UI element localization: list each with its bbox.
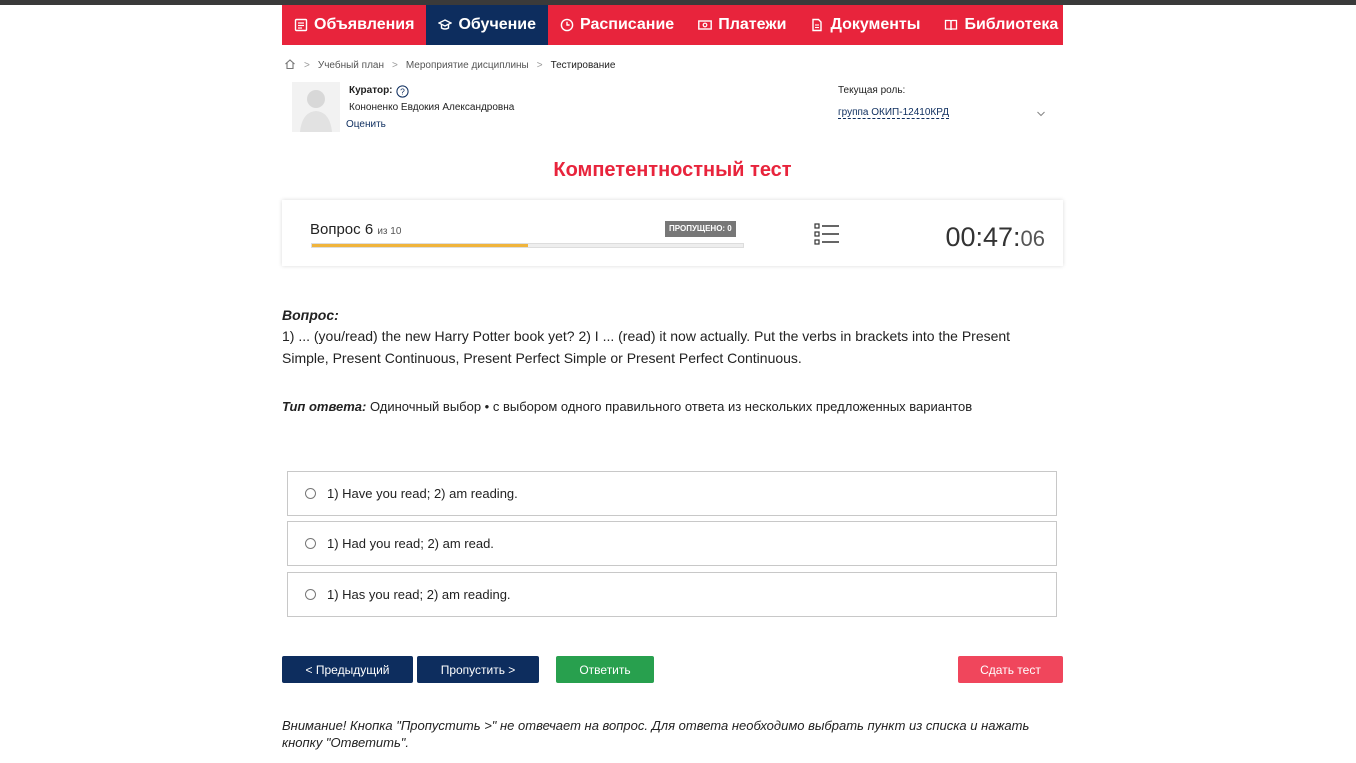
nav-item-schedule[interactable]: Расписание (548, 5, 686, 45)
question-text: 1) ... (you/read) the new Harry Potter b… (282, 328, 1011, 366)
breadcrumb: > Учебный план > Мероприятие дисциплины … (284, 58, 615, 72)
clock-icon (560, 18, 574, 32)
nav-label: Расписание (580, 16, 675, 33)
money-icon (698, 18, 713, 32)
breadcrumb-separator: > (392, 59, 398, 71)
answer-button[interactable]: Ответить (556, 656, 654, 683)
timer: 00:47:06 (945, 222, 1045, 253)
question-list-icon[interactable] (814, 222, 840, 248)
rate-curator-link[interactable]: Оценить (346, 119, 386, 130)
help-icon[interactable]: ? (396, 85, 409, 98)
question-total: из 10 (377, 226, 402, 237)
curator-label: Куратор: (349, 85, 393, 96)
breadcrumb-item[interactable]: Учебный план (318, 60, 384, 71)
nav-item-payments[interactable]: Платежи (686, 5, 798, 45)
nav-item-education[interactable]: Обучение (426, 5, 549, 45)
breadcrumb-separator: > (304, 59, 310, 71)
submit-test-button[interactable]: Сдать тест (958, 656, 1063, 683)
nav-label: Объявления (314, 16, 415, 33)
role-select[interactable]: группа ОКИП-12410КРД (838, 104, 1050, 122)
answer-type-label: Тип ответа: (282, 399, 367, 414)
timer-seconds: 06 (1020, 226, 1045, 251)
news-icon (294, 18, 308, 32)
chevron-down-icon (1036, 106, 1046, 117)
answer-option[interactable]: 1) Had you read; 2) am read. (287, 521, 1057, 566)
chevron-down-icon (1066, 20, 1076, 30)
answer-type: Тип ответа: Одиночный выбор • с выбором … (282, 399, 972, 414)
avatar (292, 82, 340, 132)
svg-text:?: ? (400, 87, 405, 97)
radio-button[interactable] (305, 538, 316, 549)
answer-type-value: Одиночный выбор • с выбором одного прави… (369, 399, 973, 414)
breadcrumb-current: Тестирование (550, 59, 616, 71)
progress-bar-fill (312, 244, 528, 247)
graduation-cap-icon (438, 18, 453, 32)
nav-item-documents[interactable]: Документы (798, 5, 932, 45)
main-nav: Объявления Обучение Расписание Платежи Д… (282, 5, 1075, 45)
document-icon (810, 18, 824, 32)
question-number: Вопрос 6 (310, 221, 374, 238)
radio-button[interactable] (305, 589, 316, 600)
nav-label: Документы (830, 16, 921, 33)
question-counter: Вопрос 6 из 10 (310, 221, 401, 238)
skipped-badge: ПРОПУЩЕНО: 0 (665, 221, 736, 237)
book-icon (944, 18, 958, 32)
page-title: Компетентностный тест (553, 159, 792, 181)
previous-button[interactable]: < Предыдущий (282, 656, 413, 683)
radio-button[interactable] (305, 488, 316, 499)
role-value: группа ОКИП-12410КРД (838, 107, 949, 119)
role-label: Текущая роль: (838, 85, 906, 96)
answer-option[interactable]: 1) Have you read; 2) am reading. (287, 471, 1057, 516)
answer-option-text: 1) Have you read; 2) am reading. (327, 486, 518, 501)
progress-panel: Вопрос 6 из 10 ПРОПУЩЕНО: 0 00:47:06 (282, 200, 1063, 266)
nav-item-announcements[interactable]: Объявления (282, 5, 426, 45)
answer-option[interactable]: 1) Has you read; 2) am reading. (287, 572, 1057, 617)
nav-label: Платежи (718, 16, 787, 33)
question-heading: Вопрос: (282, 307, 339, 323)
timer-main: 00:47: (945, 222, 1021, 252)
curator-name: Кононенко Евдокия Александровна (349, 102, 515, 113)
nav-label: Обучение (458, 16, 537, 33)
nav-item-library[interactable]: Библиотека (932, 5, 1088, 45)
progress-bar (311, 243, 744, 248)
skip-button[interactable]: Пропустить > (417, 656, 539, 683)
warning-note: Внимание! Кнопка "Пропустить >" не отвеч… (282, 718, 1030, 750)
nav-label: Библиотека (964, 16, 1059, 33)
answer-option-text: 1) Had you read; 2) am read. (327, 536, 494, 551)
breadcrumb-separator: > (536, 59, 543, 71)
home-icon[interactable] (284, 58, 296, 73)
breadcrumb-item[interactable]: Мероприятие дисциплины (406, 60, 529, 71)
answer-option-text: 1) Has you read; 2) am reading. (327, 587, 511, 602)
